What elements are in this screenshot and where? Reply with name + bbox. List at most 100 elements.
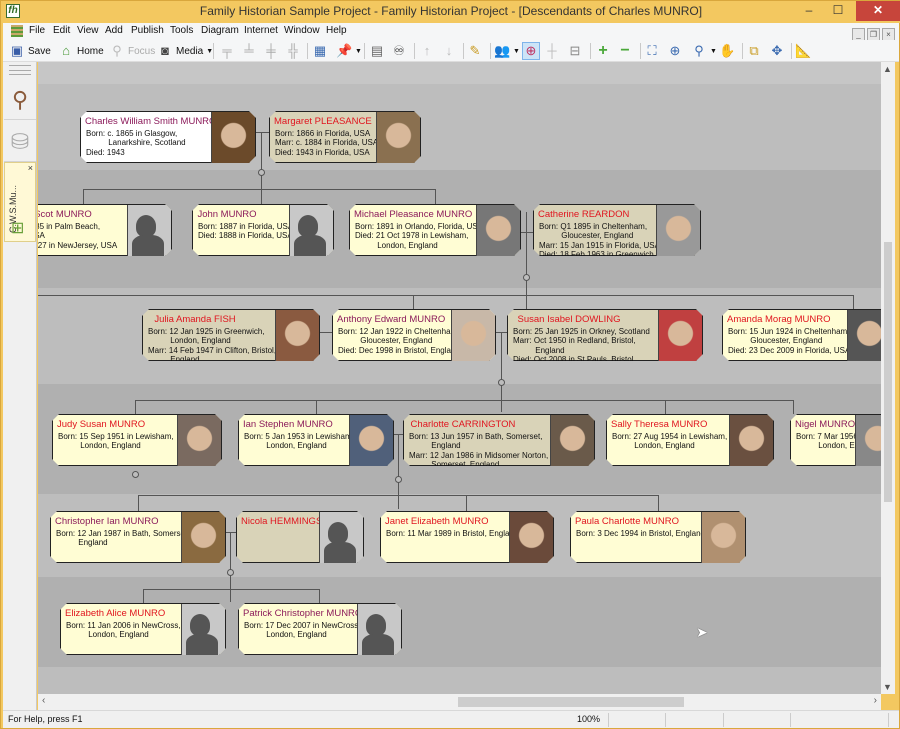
scroll-up-icon[interactable]: ▲ (883, 64, 892, 74)
menu-add[interactable]: Add (105, 25, 123, 36)
person-box[interactable]: Michael Pleasance MUNRO Born: 1891 in Orl… (349, 204, 521, 256)
family-node-icon[interactable] (227, 569, 234, 576)
person-box[interactable]: Paula Charlotte MUNRO Born: 3 Dec 1994 in… (570, 511, 746, 563)
menu-internet[interactable]: Internet (244, 25, 278, 36)
sidebar-grip[interactable] (9, 65, 31, 75)
silhouette-icon (357, 604, 401, 656)
diagram-tab[interactable]: × C.W.S.Mu... ⊞ (4, 162, 36, 242)
vertical-layout-button[interactable]: ┼ (544, 42, 560, 60)
person-name: Margaret PLEASANCE (274, 116, 372, 127)
person-box[interactable]: Charles William Smith MUNRO Born: c. 1865… (80, 111, 256, 163)
person-box[interactable]: Janet Elizabeth MUNRO Born: 11 Mar 1989 i… (380, 511, 554, 563)
person-box[interactable]: Catherine REARDON Born: Q1 1895 in Chelte… (533, 204, 701, 256)
person-events: Born: 15 Sep 1951 in Lewisham, London, E… (58, 432, 174, 451)
move-button[interactable]: ✥ (769, 42, 785, 60)
menu-tools[interactable]: Tools (170, 25, 193, 36)
menu-file[interactable]: File (29, 25, 45, 36)
home-button[interactable]: ⌂ Home (58, 42, 104, 60)
diagram-options-button[interactable]: 📐 (795, 42, 811, 60)
fit-to-window-button[interactable]: ⛶ (644, 42, 660, 60)
person-events: Born: 1891 in Orlando, Florida, USA Died… (355, 222, 484, 250)
find-button[interactable]: ♾ (391, 42, 407, 60)
minimize-button[interactable]: – (795, 1, 823, 21)
link-boxes-button[interactable]: ⧉ (746, 42, 762, 60)
property-box-icon: ▤ (370, 43, 384, 58)
focus-button[interactable]: ⚲ Focus (109, 42, 155, 60)
document-icon[interactable] (11, 25, 23, 37)
horizontal-scroll-thumb[interactable] (458, 697, 684, 707)
pin-button[interactable]: 📌 ▼ (336, 42, 362, 60)
vertical-scroll-thumb[interactable] (884, 242, 892, 502)
add-parents-button[interactable]: ╤ (219, 42, 235, 60)
vertical-scrollbar[interactable]: ▲ ▼ (881, 62, 895, 694)
person-box[interactable]: Nicola HEMMINGS (236, 511, 364, 563)
person-box[interactable]: Ian Stephen MUNRO Born: 5 Jan 1953 in Lew… (238, 414, 394, 466)
arrow-down-icon: ↓ (445, 43, 453, 58)
zoom-in-button[interactable]: ⊕ (667, 42, 683, 60)
report-button[interactable]: ✎ (467, 42, 483, 60)
person-box[interactable]: Christopher Ian MUNRO Born: 12 Jan 1987 i… (50, 511, 226, 563)
maximize-button[interactable]: ☐ (824, 1, 852, 21)
status-divider (723, 713, 724, 727)
database-icon[interactable]: ⛁ (4, 122, 36, 162)
scroll-left-icon[interactable]: ‹ (42, 695, 45, 706)
search-icon[interactable]: ⚲ (4, 80, 36, 120)
close-tab-icon[interactable]: × (28, 163, 33, 173)
down-button[interactable]: ↓ (441, 42, 457, 60)
connector-line (83, 189, 84, 204)
person-box[interactable]: Charlotte CARRINGTON Born: 13 Jun 1957 in… (403, 414, 595, 466)
person-box[interactable]: Judy Susan MUNRO Born: 15 Sep 1951 in Lew… (52, 414, 222, 466)
zoom-button[interactable]: ⚲ ▼ (691, 42, 717, 60)
focus-center-button[interactable]: ⊕ (522, 42, 540, 60)
up-button[interactable]: ↑ (419, 42, 435, 60)
add-children-button[interactable]: ╧ (241, 42, 257, 60)
person-name: Catherine REARDON (538, 209, 630, 220)
person-box[interactable]: Anthony Edward MUNRO Born: 12 Jan 1922 in… (332, 309, 496, 361)
close-button[interactable]: ✕ (856, 1, 900, 21)
collapse-button[interactable]: − (617, 42, 633, 60)
menu-window[interactable]: Window (284, 25, 320, 36)
person-box[interactable]: John MUNRO Born: 1887 in Florida, USA Die… (192, 204, 334, 256)
expand-tree-button[interactable]: ╪ (263, 42, 279, 60)
person-name: Julia Amanda FISH (154, 314, 236, 325)
menu-edit[interactable]: Edit (53, 25, 70, 36)
people-button[interactable]: 👥 ▼ (494, 42, 520, 60)
person-photo (855, 415, 881, 467)
menu-diagram[interactable]: Diagram (201, 25, 239, 36)
person-box[interactable]: Sally Theresa MUNRO Born: 27 Aug 1954 in … (606, 414, 774, 466)
person-box[interactable]: Elizabeth Alice MUNRO Born: 11 Jan 2006 i… (60, 603, 226, 655)
menu-publish[interactable]: Publish (131, 25, 164, 36)
family-node-icon[interactable] (395, 476, 402, 483)
save-button[interactable]: ▣ Save (9, 42, 51, 60)
person-box[interactable]: n Scot MUNRO 1885 in Palm Beach, , USA r… (38, 204, 172, 256)
family-node-icon[interactable] (523, 274, 530, 281)
person-box[interactable]: Amanda Morag MUNRO Born: 15 Jun 1924 in C… (722, 309, 881, 361)
horizontal-scrollbar[interactable]: ‹ › (38, 694, 881, 710)
silhouette-icon (127, 205, 171, 257)
person-box[interactable]: Patrick Christopher MUNRO Born: 17 Dec 20… (238, 603, 402, 655)
person-events: Born: 11 Mar 1989 in Bristol, England (386, 529, 519, 538)
scroll-down-icon[interactable]: ▼ (883, 682, 892, 692)
person-box[interactable]: Nigel MUNROBorn: 7 Mar 1956 in Lewis Lon… (790, 414, 881, 466)
menu-view[interactable]: View (77, 25, 99, 36)
family-node-icon[interactable] (258, 169, 265, 176)
connector-line (83, 189, 435, 190)
records-window-button[interactable]: ▦ (312, 42, 328, 60)
person-box[interactable]: Susan Isabel DOWLING Born: 25 Jan 1925 in… (507, 309, 703, 361)
menu-help[interactable]: Help (326, 25, 347, 36)
property-box-button[interactable]: ▤ (369, 42, 385, 60)
horizontal-layout-button[interactable]: ⊟ (567, 42, 583, 60)
person-box[interactable]: Margaret PLEASANCE Born: 1866 in Florida,… (269, 111, 421, 163)
expand-button[interactable]: + (595, 42, 611, 60)
tree-diagram-icon: ⊞ (11, 220, 25, 237)
diagram-canvas[interactable]: Charles William Smith MUNRO Born: c. 1865… (38, 62, 881, 694)
left-sidebar: ⚲ ⛁ × C.W.S.Mu... ⊞ (3, 62, 37, 710)
family-node-icon[interactable] (498, 379, 505, 386)
hand-icon: ✋ (719, 43, 736, 58)
person-box[interactable]: Julia Amanda FISH Born: 12 Jan 1925 in Gr… (142, 309, 320, 361)
media-button[interactable]: ◙ Media ▼ (157, 42, 213, 60)
pan-button[interactable]: ✋ (719, 42, 735, 60)
collapse-tree-button[interactable]: ╬ (285, 42, 301, 60)
scroll-right-icon[interactable]: › (874, 695, 877, 706)
family-node-icon[interactable] (132, 471, 139, 478)
